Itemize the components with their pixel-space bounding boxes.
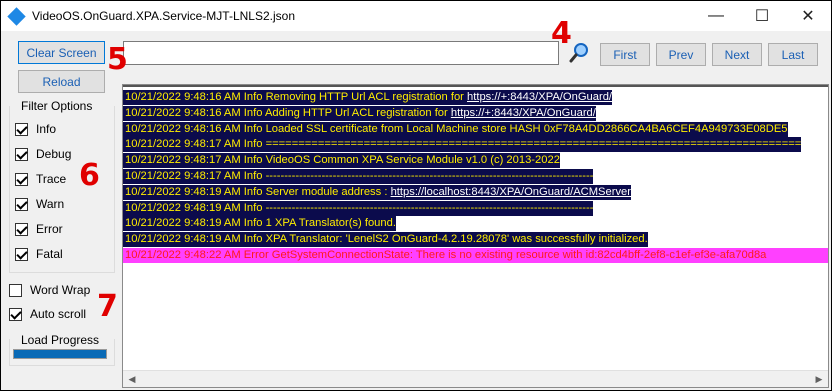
filter-trace-label: Trace: [36, 172, 67, 186]
log-line: 10/21/2022 9:48:19 AM Info 1 XPA Transla…: [123, 216, 396, 232]
window-title: VideoOS.OnGuard.XPA.Service-MJT-LNLS2.js…: [32, 9, 296, 23]
log-top-border: [123, 85, 828, 87]
log-line-text: 10/21/2022 9:48:16 AM Info Adding HTTP U…: [125, 106, 451, 119]
search-input[interactable]: [123, 41, 559, 65]
log-line-text: 10/21/2022 9:48:17 AM Info VideoOS Commo…: [125, 154, 560, 167]
log-line: 10/21/2022 9:48:16 AM Info Removing HTTP…: [123, 90, 613, 105]
checkbox-error[interactable]: [15, 222, 28, 236]
annotation-4: 4: [551, 16, 572, 51]
word-wrap-label: Word Wrap: [30, 283, 91, 297]
log-line: 10/21/2022 9:48:19 AM Info XPA Translato…: [123, 232, 648, 248]
word-wrap-option[interactable]: Word Wrap: [9, 283, 90, 297]
diamond-app-icon: [7, 7, 26, 26]
filter-warn-label: Warn: [36, 197, 65, 211]
prev-page-button[interactable]: Prev: [656, 43, 706, 66]
horizontal-scrollbar[interactable]: ◀ ▶: [123, 370, 828, 387]
filter-options-title: Filter Options: [19, 99, 95, 113]
log-line-text: 10/21/2022 9:48:19 AM Info XPA Translato…: [125, 233, 648, 246]
load-progress-title: Load Progress: [19, 333, 102, 347]
load-progress-fill: [14, 350, 106, 358]
checkbox-debug[interactable]: [15, 147, 28, 161]
app-window: VideoOS.OnGuard.XPA.Service-MJT-LNLS2.js…: [1, 1, 831, 390]
auto-scroll-option[interactable]: Auto scroll: [9, 307, 86, 321]
reload-button[interactable]: Reload: [18, 70, 105, 93]
auto-scroll-label: Auto scroll: [30, 307, 87, 321]
filter-trace[interactable]: Trace: [15, 172, 66, 186]
log-line: 10/21/2022 9:48:22 AM Error GetSystemCon…: [123, 248, 828, 263]
log-line: 10/21/2022 9:48:17 AM Info -------------…: [123, 169, 594, 184]
checkbox-info[interactable]: [15, 122, 28, 136]
next-page-button[interactable]: Next: [712, 43, 762, 66]
filter-error-label: Error: [36, 222, 63, 236]
scroll-right-icon[interactable]: ▶: [813, 373, 825, 385]
filter-info-label: Info: [36, 122, 57, 136]
close-button[interactable]: ✕: [785, 1, 831, 31]
log-panel[interactable]: 10/21/2022 9:48:16 AM Info Removing HTTP…: [122, 84, 829, 388]
annotation-5: 5: [107, 42, 128, 77]
checkbox-warn[interactable]: [15, 197, 28, 211]
log-line: 10/21/2022 9:48:17 AM Info =============…: [123, 137, 802, 153]
log-line-link[interactable]: https://+:8443/XPA/OnGuard/: [451, 107, 596, 119]
log-line-link[interactable]: https://localhost:8443/XPA/OnGuard/ACMSe…: [391, 186, 631, 198]
last-page-button[interactable]: Last: [768, 43, 818, 66]
checkbox-trace[interactable]: [15, 172, 28, 186]
checkbox-auto-scroll[interactable]: [9, 307, 22, 321]
load-progress-bar: [13, 349, 107, 359]
filter-fatal-label: Fatal: [36, 247, 63, 261]
log-line: 10/21/2022 9:48:19 AM Info -------------…: [123, 200, 594, 216]
log-line-text: 10/21/2022 9:48:19 AM Info 1 XPA Transla…: [125, 217, 396, 230]
log-line-text: 10/21/2022 9:48:19 AM Info -------------…: [125, 201, 594, 214]
first-page-button[interactable]: First: [600, 43, 650, 66]
log-line-text: 10/21/2022 9:48:16 AM Info Removing HTTP…: [125, 91, 468, 103]
log-line: 10/21/2022 9:48:19 AM Info Server module…: [123, 184, 631, 200]
log-line: 10/21/2022 9:48:17 AM Info VideoOS Commo…: [123, 153, 560, 169]
minimize-button[interactable]: —: [693, 1, 739, 31]
log-line-text: 10/21/2022 9:48:19 AM Info Server module…: [125, 185, 391, 198]
scroll-left-icon[interactable]: ◀: [126, 373, 138, 385]
clear-screen-button[interactable]: Clear Screen: [18, 41, 105, 64]
checkbox-fatal[interactable]: [15, 247, 28, 261]
log-line-text: 10/21/2022 9:48:22 AM Error GetSystemCon…: [125, 249, 767, 261]
filter-error[interactable]: Error: [15, 222, 63, 236]
filter-warn[interactable]: Warn: [15, 197, 64, 211]
maximize-button[interactable]: ☐: [739, 1, 785, 31]
filter-debug[interactable]: Debug: [15, 147, 71, 161]
title-bar: VideoOS.OnGuard.XPA.Service-MJT-LNLS2.js…: [1, 1, 831, 31]
log-line: 10/21/2022 9:48:16 AM Info Adding HTTP U…: [123, 105, 596, 121]
log-line-text: 10/21/2022 9:48:17 AM Info =============…: [125, 138, 802, 151]
log-line-text: 10/21/2022 9:48:17 AM Info -------------…: [125, 170, 594, 182]
annotation-7: 7: [97, 289, 118, 324]
log-line-text: 10/21/2022 9:48:16 AM Info Loaded SSL ce…: [125, 122, 788, 135]
checkbox-word-wrap[interactable]: [9, 283, 22, 297]
log-line: 10/21/2022 9:48:16 AM Info Loaded SSL ce…: [123, 121, 788, 137]
log-line-link[interactable]: https://+:8443/XPA/OnGuard/: [467, 91, 612, 103]
filter-info[interactable]: Info: [15, 122, 56, 136]
filter-debug-label: Debug: [36, 147, 72, 161]
filter-fatal[interactable]: Fatal: [15, 247, 63, 261]
